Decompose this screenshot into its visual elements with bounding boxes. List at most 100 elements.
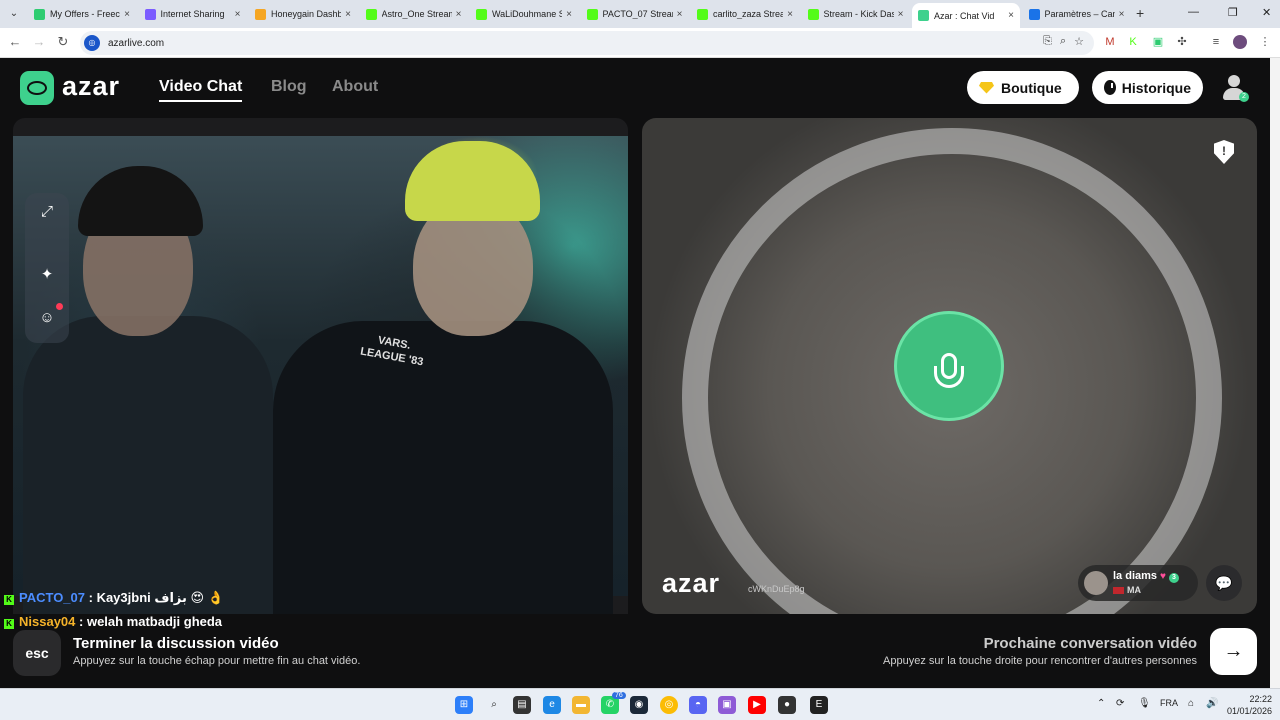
install-app-icon[interactable]: ⎘ [1043,35,1052,48]
tab-search-button[interactable]: ⌄ [4,4,24,24]
tab-close-icon[interactable]: × [124,9,130,20]
edge-icon[interactable]: e [543,696,561,714]
forward-icon[interactable]: → [30,34,48,49]
tray-overflow-icon[interactable]: ⌃ [1097,698,1105,709]
volume-icon[interactable]: 🔊 [1206,698,1218,709]
tab-close-icon[interactable]: × [677,9,683,20]
esc-button[interactable]: esc [13,630,61,676]
peer-name: la diams [1113,570,1158,582]
user-avatar-button[interactable]: 2 [1221,75,1249,102]
microphone-icon [934,353,964,388]
browser-tab[interactable]: Azar : Chat Vid × [912,3,1020,28]
back-icon[interactable]: ← [6,34,24,49]
chrome-icon[interactable]: ◎ [660,696,678,714]
tab-close-icon[interactable]: × [566,9,572,20]
peer-profile-card[interactable]: la diams ♥ 3 MA [1078,565,1198,601]
discord-icon[interactable]: ◓ [689,696,707,714]
peer-level-badge: 3 [1168,573,1179,583]
sparkle-icon[interactable]: ✦ [36,264,58,286]
nav-about[interactable]: About [332,78,378,96]
tab-close-icon[interactable]: × [1119,9,1125,20]
chat-bubble-button[interactable]: 💬 [1206,565,1242,601]
tray-sync-icon[interactable]: ⟳ [1116,698,1124,709]
reading-list-icon[interactable]: ≡ [1209,35,1223,49]
expand-icon[interactable]: ⤢ [36,201,58,223]
start-menu-icon[interactable]: ⊞ [455,696,473,714]
tab-favicon-icon [697,8,708,20]
end-chat-hint: Appuyez sur la touche échap pour mettre … [73,655,361,667]
clock-date[interactable]: 01/01/2026 [1224,706,1272,716]
tab-close-icon[interactable]: × [235,9,241,20]
restore-icon[interactable]: ❐ [1228,6,1238,19]
person-left-jacket [23,316,273,614]
browser-tab[interactable]: My Offers - Freecash × [28,3,136,25]
next-chat-hint: Appuyez sur la touche droite pour rencon… [883,655,1197,667]
language-indicator[interactable]: FRA [1160,698,1178,708]
avatar-badge: 2 [1239,92,1249,102]
chat-username: PACTO_07 [19,590,85,605]
epic-games-icon[interactable]: E [810,696,828,714]
tab-favicon-icon [586,8,598,20]
next-chat-title: Prochaine conversation vidéo [983,635,1197,652]
browser-tab[interactable]: Stream - Kick Dash × [802,3,910,25]
user-icon [1228,75,1240,87]
report-shield-icon[interactable]: ! [1214,140,1234,164]
bookmark-star-icon[interactable]: ☆ [1074,35,1084,48]
nav-blog[interactable]: Blog [271,78,307,96]
profile-avatar-icon[interactable] [1233,35,1247,49]
tab-title: PACTO_07 Stream [602,9,673,19]
new-tab-button[interactable]: + [1136,5,1144,21]
microphone-button[interactable] [894,311,1004,421]
tab-close-icon[interactable]: × [787,9,793,20]
extensions-puzzle-icon[interactable]: ✣ [1175,35,1189,49]
file-explorer-icon[interactable]: ▬ [572,696,590,714]
nav-video-chat[interactable]: Video Chat [159,78,243,102]
tray-mic-icon[interactable]: 🎙 [1138,698,1151,709]
minimize-icon[interactable]: — [1188,6,1199,18]
reload-icon[interactable]: ↻ [54,34,72,50]
azar-logo-icon[interactable] [20,71,54,105]
browser-menu-icon[interactable]: ⋮ [1258,35,1272,49]
app-purple-icon[interactable]: ▣ [718,696,736,714]
browser-tabstrip: ⌄ My Offers - Freecash × Internet Sharing ×… [0,0,1280,28]
tab-close-icon[interactable]: × [456,9,462,20]
tab-favicon-icon [365,8,377,20]
extension-kick-icon[interactable]: K [1126,35,1140,49]
extension-gmail-icon[interactable]: M [1103,35,1117,49]
page-scrollbar[interactable] [1270,58,1280,688]
window-close-icon[interactable]: ✕ [1262,6,1271,19]
address-bar[interactable]: ◎ azarlive.com ⎘ ⌕ ☆ [80,31,1094,55]
browser-tab[interactable]: PACTO_07 Stream × [581,3,689,25]
azar-logo-text[interactable]: azar [62,71,120,102]
app-dark-icon[interactable]: ● [778,696,796,714]
browser-tab[interactable]: carlito_zaza Stream× [691,3,799,25]
heart-icon: ♥ [1160,571,1166,582]
zoom-icon[interactable]: ⌕ [1060,35,1066,48]
tab-close-icon[interactable]: × [898,9,904,20]
search-icon[interactable]: ⌕ [485,696,503,714]
site-info-icon[interactable]: ◎ [84,35,100,51]
browser-tab[interactable]: Internet Sharing × [139,3,247,25]
browser-tab[interactable]: WaLiDouhmane Stream× [470,3,578,25]
browser-tab[interactable]: Paramètres – Can × [1023,3,1131,25]
tab-title: Azar : Chat Vid [934,10,995,21]
steam-icon[interactable]: ◉ [630,696,648,714]
task-view-icon[interactable]: ▤ [513,696,531,714]
browser-tab[interactable]: Honeygain Dashboard× [249,3,357,25]
peer-name-row: la diams ♥ 3 [1113,570,1179,583]
next-arrow-button[interactable]: → [1210,628,1257,675]
youtube-icon[interactable]: ▶ [748,696,766,714]
tab-title: Astro_One Stream [381,9,452,19]
extension-green-icon[interactable]: ▣ [1151,35,1165,49]
clock-time[interactable]: 22:22 [1242,694,1272,704]
tab-favicon-icon [918,10,929,21]
boutique-button[interactable]: Boutique [967,71,1079,104]
face-filter-icon[interactable]: ☺ [36,307,58,329]
network-icon[interactable]: ⌂ [1188,698,1194,709]
browser-tab[interactable]: Astro_One Stream × [360,3,468,25]
chat-message: : Kay3jbni بزاف 😍 👌 [88,590,224,605]
tab-close-icon[interactable]: × [1008,10,1014,21]
historique-button[interactable]: Historique [1092,71,1203,104]
peer-azar-watermark: azar [662,568,721,598]
tab-close-icon[interactable]: × [345,9,351,20]
